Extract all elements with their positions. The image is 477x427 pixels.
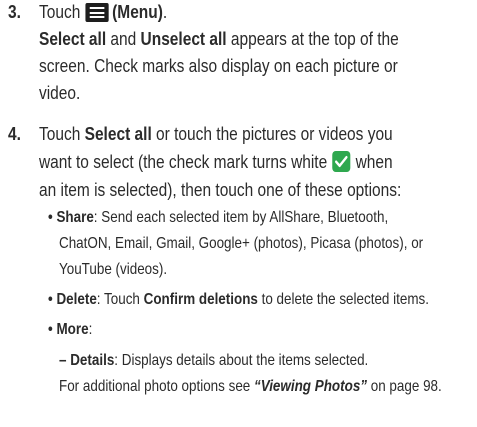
bullet-icon: • (48, 291, 53, 308)
bullet-icon: • (48, 209, 53, 226)
bullet-icon: • (48, 321, 53, 338)
photo-options-reference: For additional photo options see “Viewin… (59, 378, 442, 395)
step-3-line-4: video. (39, 83, 81, 103)
more-option: • More: (48, 321, 93, 338)
share-option-line-2: ChatON, Email, Gmail, Google+ (photos), … (59, 235, 424, 252)
step-number: 3. (8, 2, 21, 22)
checkmark-icon (332, 151, 351, 172)
step-3-line-3: screen. Check marks also display on each… (39, 56, 398, 76)
step-4-line-3: an item is selected), then touch one of … (39, 180, 402, 200)
share-option: • Share: Send each selected item by AllS… (48, 209, 389, 226)
details-option: – Details: Displays details about the it… (59, 352, 369, 369)
delete-option: • Delete: Touch Confirm deletions to del… (48, 291, 429, 308)
menu-icon (85, 3, 109, 22)
step-4-line-2: want to select (the check mark turns whi… (39, 151, 393, 172)
step-3-line-1: Touch (Menu). (39, 2, 168, 22)
viewing-photos-link[interactable]: “Viewing Photos” (254, 378, 367, 395)
manual-page: 3. Touch (Menu). Select all and Unselect … (0, 0, 477, 427)
step-3-line-2: Select all and Unselect all appears at t… (39, 29, 399, 49)
step-4-line-1: Touch Select all or touch the pictures o… (39, 124, 393, 144)
step-number: 4. (8, 124, 21, 144)
share-option-line-3: YouTube (videos). (59, 261, 168, 278)
